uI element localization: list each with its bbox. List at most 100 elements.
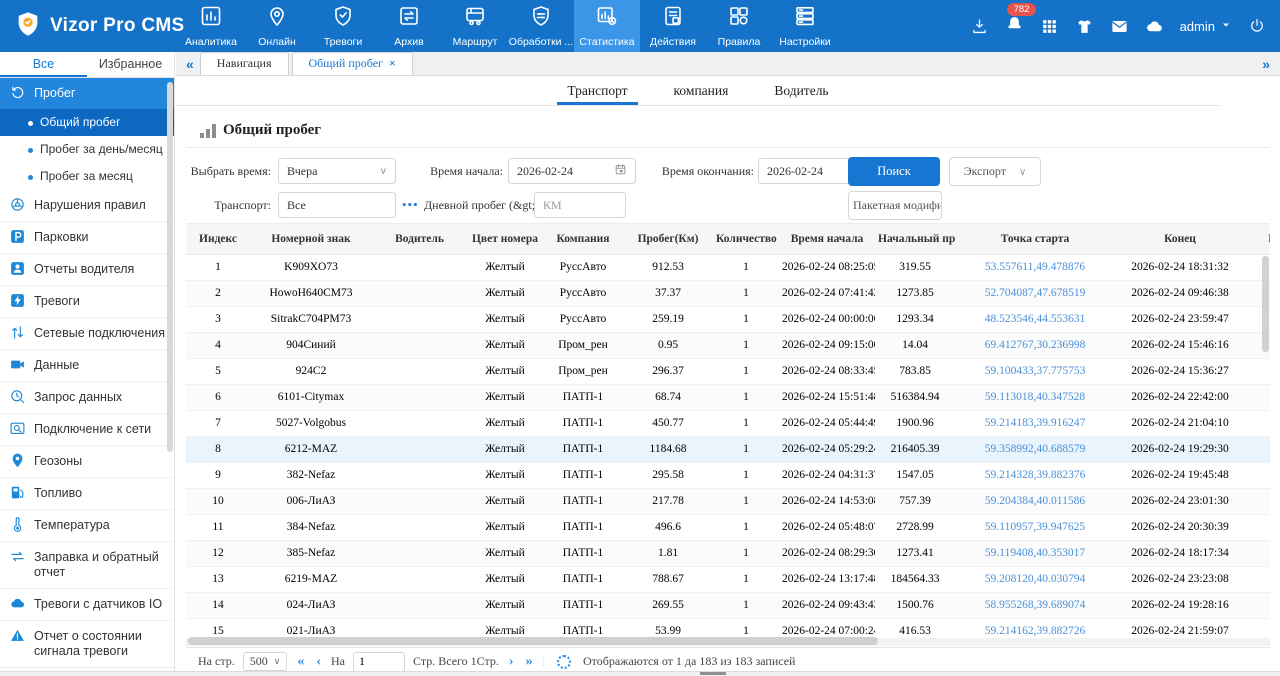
last-page-button[interactable]: » [524, 654, 535, 670]
start-point-link[interactable]: 48.523546,44.553631 [955, 306, 1115, 332]
daily-mileage-value[interactable] [543, 198, 617, 213]
table-row[interactable]: 75027-VolgobusЖелтыйПАТП-1450.7712026-02… [186, 410, 1270, 436]
next-page-button[interactable]: › [507, 654, 516, 670]
sidebar-item[interactable]: Геозоны [0, 446, 174, 478]
start-point-link[interactable]: 59.110957,39.947625 [955, 514, 1115, 540]
table-row[interactable]: 5924C2ЖелтыйПром_рен296.3712026-02-24 08… [186, 358, 1270, 384]
sidebar-item[interactable]: Тревоги с датчиков IO [0, 589, 174, 621]
export-button[interactable]: Экспорт ∨ [949, 157, 1041, 186]
table-cell: 2026-02-24 13:17:48 [779, 566, 875, 592]
sidebar-subitem[interactable]: Пробег за день/месяц [0, 136, 174, 163]
table-row[interactable]: 2HowoH640CM73ЖелтыйРуссАвто37.3712026-02… [186, 280, 1270, 306]
page-input[interactable] [353, 652, 405, 672]
user-menu[interactable]: admin [1180, 19, 1232, 34]
collapse-tabs-button[interactable]: « [180, 56, 200, 75]
start-point-link[interactable]: 59.214183,39.916247 [955, 410, 1115, 436]
nav-item-9[interactable]: Правила [706, 0, 772, 52]
sidebar-subitem[interactable]: Общий пробег [0, 109, 174, 136]
table-row[interactable]: 12385-NefazЖелтыйПАТП-11.8112026-02-24 0… [186, 540, 1270, 566]
start-point-link[interactable]: 59.113018,40.347528 [955, 384, 1115, 410]
sidebar-item[interactable]: Температура [0, 510, 174, 542]
start-point-link[interactable]: 69.412767,30.236998 [955, 332, 1115, 358]
nav-item-5[interactable]: Маршрут [442, 0, 508, 52]
start-point-link[interactable]: 52.704087,47.678519 [955, 280, 1115, 306]
table-row[interactable]: 11384-NefazЖелтыйПАТП-1496.612026-02-24 … [186, 514, 1270, 540]
sidebar-item[interactable]: Подключение к сети [0, 414, 174, 446]
calendar-icon[interactable] [614, 163, 627, 180]
start-point-link[interactable]: 53.557611,49.478876 [955, 254, 1115, 280]
first-page-button[interactable]: « [295, 654, 306, 670]
sidebar-item[interactable]: Запрос данных [0, 382, 174, 414]
sidebar-item[interactable]: Данные [0, 350, 174, 382]
sidebar-item[interactable]: Заправка и обратный отчет [0, 542, 174, 589]
report-scope-tab[interactable]: Транспорт [563, 78, 631, 105]
sidebar-item[interactable]: Нарушения правил [0, 190, 174, 222]
table-horizontal-scrollbar[interactable] [188, 637, 878, 645]
notifications-siren-icon[interactable]: 782 [1005, 14, 1024, 38]
nav-item-2[interactable]: Онлайн [244, 0, 310, 52]
more-options-button[interactable]: ••• [402, 192, 419, 218]
table-row[interactable]: 10006-ЛиАЗЖелтыйПАТП-1217.7812026-02-24 … [186, 488, 1270, 514]
report-scope-tabs: Транспорт компания Водитель [176, 76, 1220, 106]
table-row[interactable]: 9382-NefazЖелтыйПАТП-1295.5812026-02-24 … [186, 462, 1270, 488]
sidebar-subitem[interactable]: Пробег за месяц [0, 163, 174, 190]
table-row[interactable]: 66101-CitymaxЖелтыйПАТП-168.7412026-02-2… [186, 384, 1270, 410]
nav-item-7[interactable]: Статистика [574, 0, 640, 52]
sidebar-group[interactable]: Пробег [0, 78, 174, 109]
open-tab[interactable]: Навигация [200, 52, 289, 75]
sidebar-item[interactable]: Отчет о состоянии сигнала тревоги [0, 621, 174, 668]
start-point-link[interactable]: 59.100433,37.775753 [955, 358, 1115, 384]
nav-item-1[interactable]: Аналитика [178, 0, 244, 52]
sidebar-tab[interactable]: Все [0, 52, 87, 77]
table-row[interactable]: 136219-MAZЖелтыйПАТП-1788.6712026-02-24 … [186, 566, 1270, 592]
start-date-input[interactable] [508, 158, 636, 184]
start-date-value[interactable] [517, 164, 614, 179]
open-tab[interactable]: Общий пробег× [292, 52, 413, 75]
shirt-icon[interactable] [1075, 17, 1094, 36]
start-point-link[interactable]: 59.204384,40.011586 [955, 488, 1115, 514]
download-icon[interactable] [970, 17, 989, 36]
cloud-icon[interactable] [1145, 17, 1164, 36]
table-row[interactable]: 14024-ЛиАЗЖелтыйПАТП-1269.5512026-02-24 … [186, 592, 1270, 618]
power-icon[interactable] [1248, 17, 1266, 35]
batch-modify-button[interactable]: Пакетная модифика [848, 191, 942, 220]
close-icon[interactable]: × [389, 56, 396, 70]
start-point-link[interactable]: 59.214328,39.882376 [955, 462, 1115, 488]
sidebar-item[interactable]: Отчеты водителя [0, 254, 174, 286]
start-point-link[interactable]: 59.119408,40.353017 [955, 540, 1115, 566]
nav-item-8[interactable]: Действия [640, 0, 706, 52]
start-point-link[interactable]: 59.358992,40.688579 [955, 436, 1115, 462]
sidebar-item[interactable]: Сетевые подключения [0, 318, 174, 350]
refresh-spinner-icon[interactable] [557, 655, 571, 669]
nav-item-3[interactable]: Тревоги [310, 0, 376, 52]
sidebar-tab[interactable]: Избранное [87, 52, 174, 77]
per-page-select[interactable]: 500 ∨ [243, 652, 288, 671]
sidebar-item[interactable]: Тревоги [0, 286, 174, 318]
search-button[interactable]: Поиск [848, 157, 940, 186]
nav-item-4[interactable]: Архив [376, 0, 442, 52]
table-row[interactable]: 4904СинийЖелтыйПром_рен0.9512026-02-24 0… [186, 332, 1270, 358]
daily-mileage-input[interactable] [534, 192, 626, 218]
table-cell: 14.04 [875, 332, 955, 358]
start-point-link[interactable]: 58.955268,39.689074 [955, 592, 1115, 618]
apps-grid-icon[interactable] [1040, 17, 1059, 36]
table-row[interactable]: 3SitrakC704PM73ЖелтыйРуссАвто259.1912026… [186, 306, 1270, 332]
transport-input[interactable]: Все [278, 192, 396, 218]
table-vertical-scrollbar[interactable] [1262, 256, 1269, 352]
time-select[interactable]: Вчера ∨ [278, 158, 396, 184]
start-point-link[interactable]: 59.208120,40.030794 [955, 566, 1115, 592]
sidebar-item[interactable]: Топливо [0, 478, 174, 510]
table-row[interactable]: 86212-MAZЖелтыйПАТП-11184.6812026-02-24 … [186, 436, 1270, 462]
report-scope-tab[interactable]: компания [670, 78, 733, 105]
expand-tabs-button[interactable]: » [1256, 56, 1276, 75]
page-horizontal-scrollbar[interactable] [700, 672, 726, 675]
sidebar-item[interactable]: Парковки [0, 222, 174, 254]
table-cell: SitrakC704PM73 [250, 306, 372, 332]
prev-page-button[interactable]: ‹ [314, 654, 323, 670]
nav-item-6[interactable]: Обработки ... [508, 0, 574, 52]
nav-item-10[interactable]: Настройки [772, 0, 838, 52]
report-scope-tab[interactable]: Водитель [770, 78, 832, 105]
sidebar-scrollbar[interactable] [167, 82, 173, 452]
mail-icon[interactable] [1110, 17, 1129, 36]
table-row[interactable]: 1K909XO73ЖелтыйРуссАвто912.5312026-02-24… [186, 254, 1270, 280]
